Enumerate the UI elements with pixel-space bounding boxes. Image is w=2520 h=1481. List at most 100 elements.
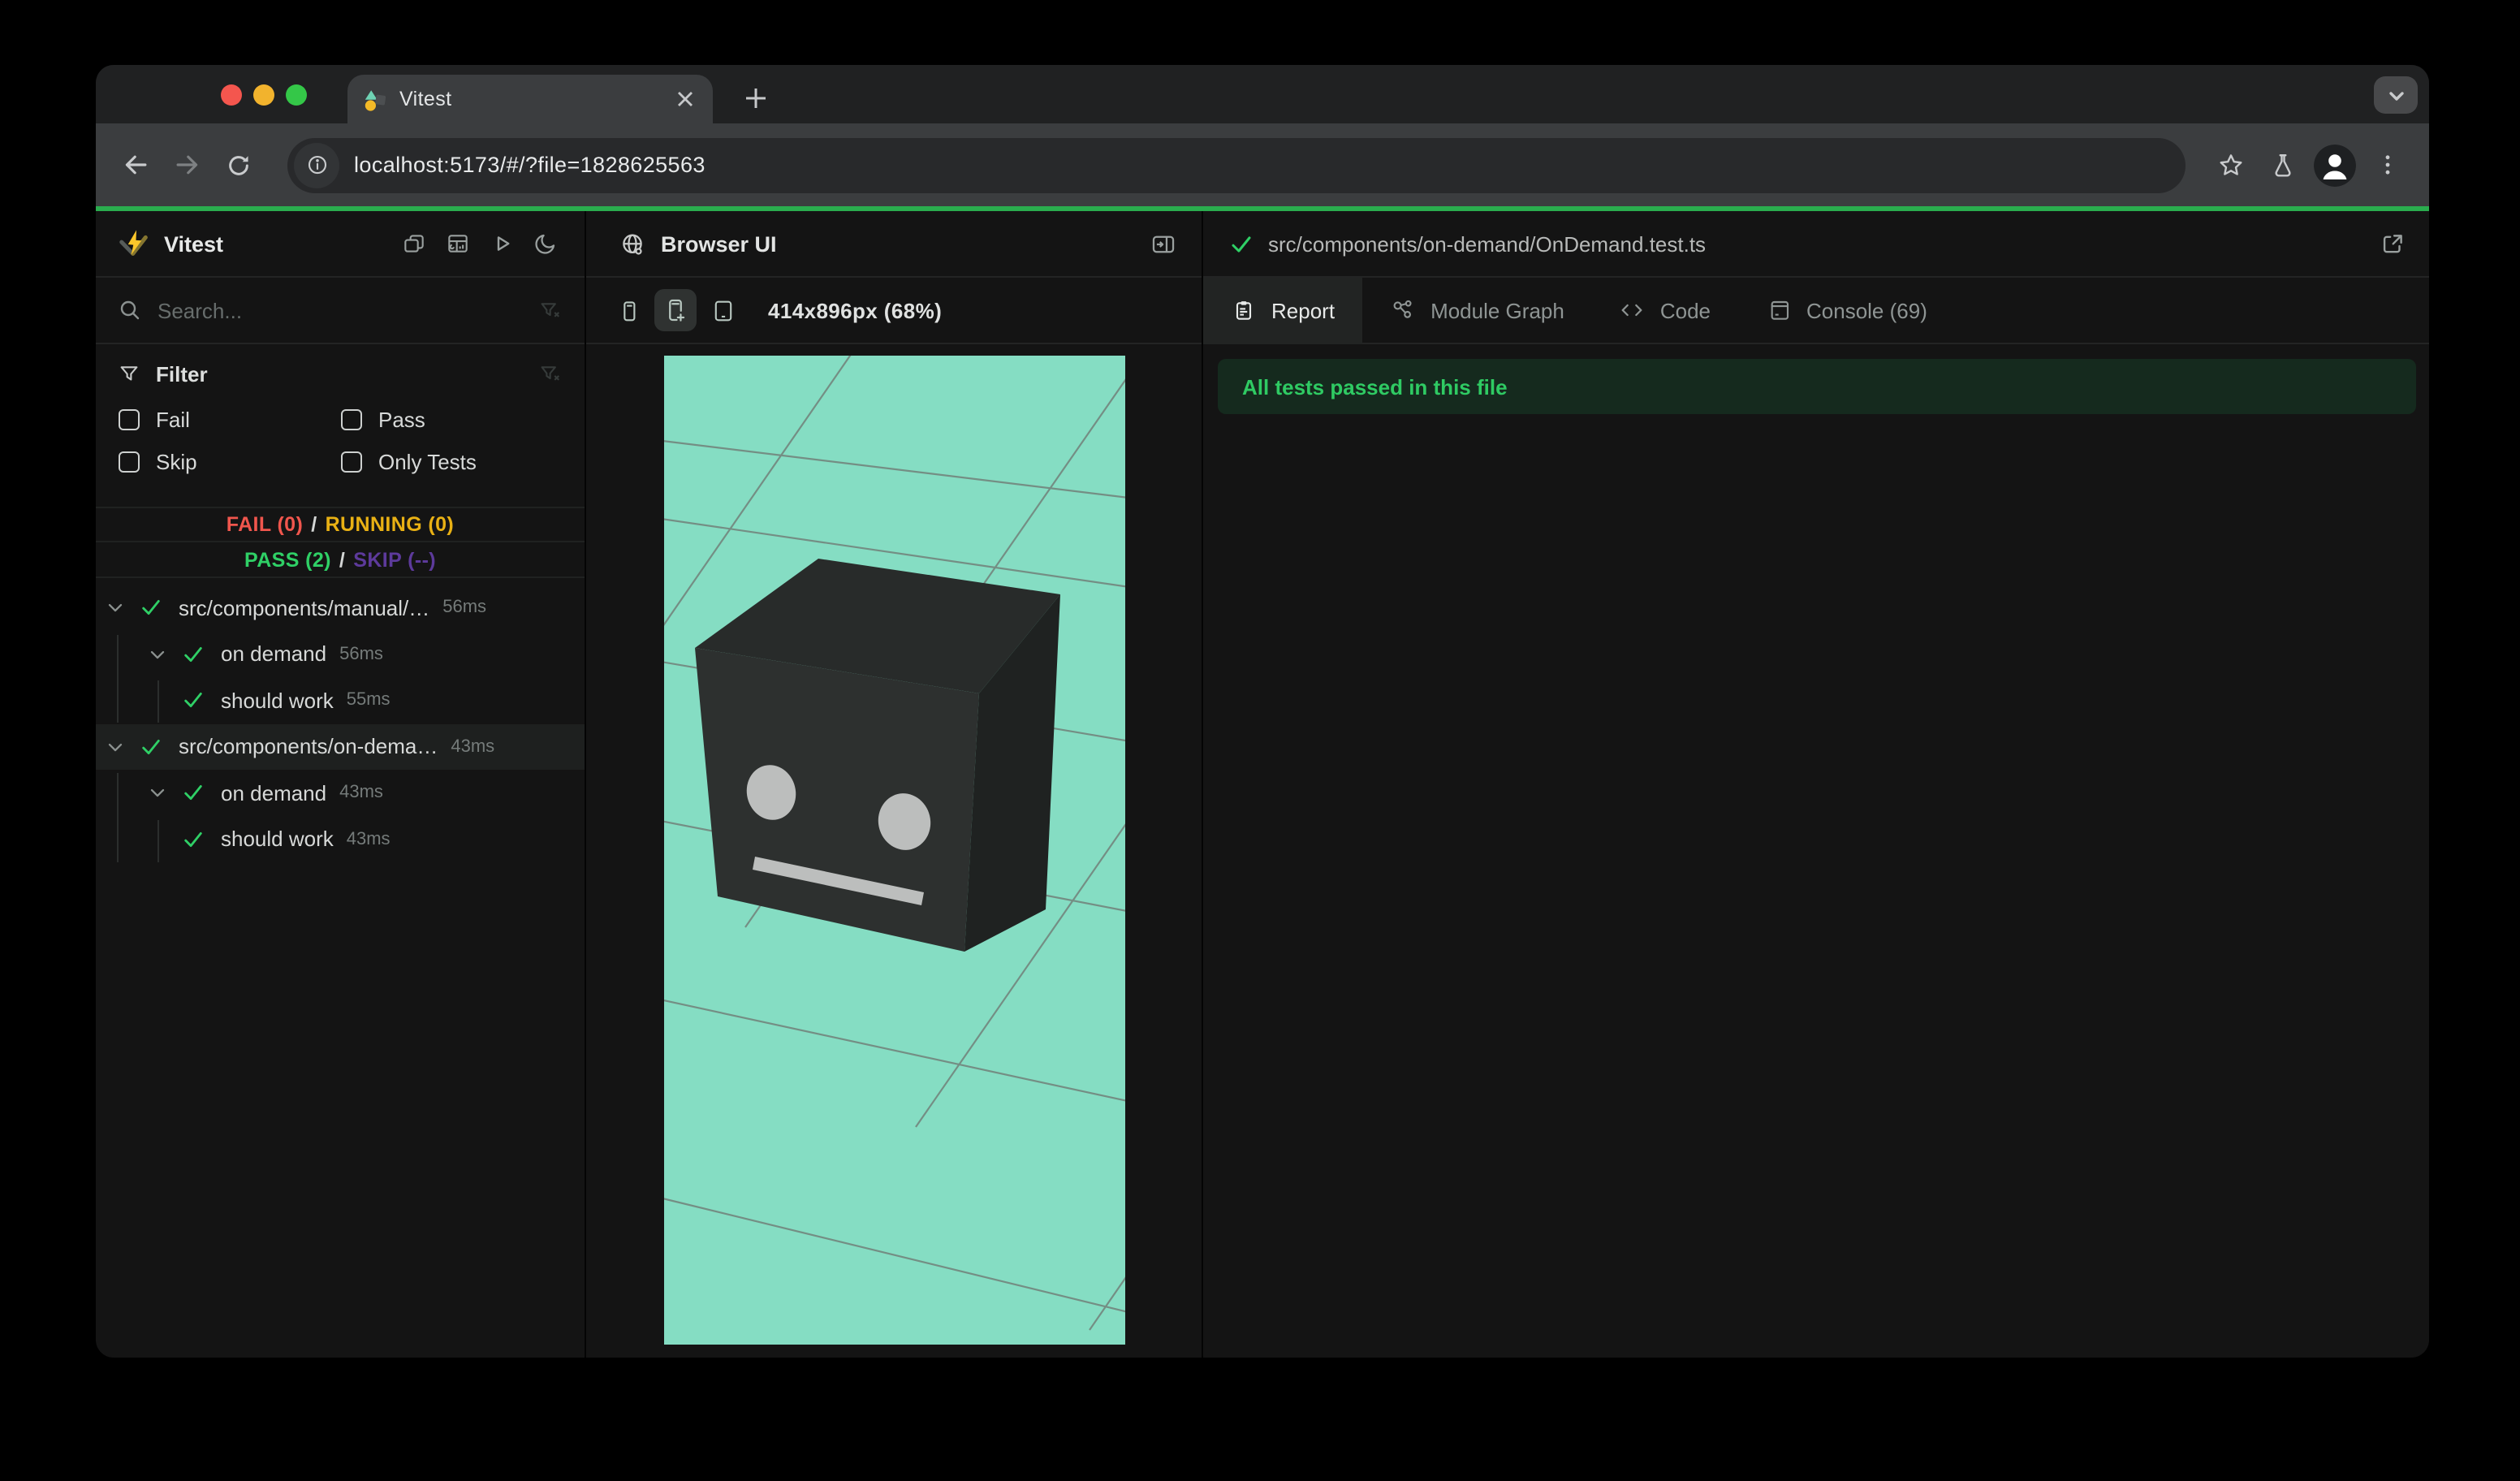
globe-icon (619, 230, 646, 257)
device-phone-small-icon[interactable] (609, 291, 648, 330)
report-header: src/components/on-demand/OnDemand.test.t… (1203, 211, 2429, 278)
zoom-window-button[interactable] (286, 84, 307, 105)
tab-label: Report (1271, 298, 1336, 322)
checkbox-fail[interactable] (119, 409, 140, 430)
checkbox-pass[interactable] (341, 409, 362, 430)
dock-panel-right-icon[interactable] (1143, 224, 1182, 263)
address-bar[interactable]: localhost:5173/#/?file=1828625563 (287, 137, 2186, 192)
console-icon (1766, 297, 1792, 323)
screen: Vitest localhost:5173/#/?file=1828625563… (0, 0, 2520, 1481)
tab-search-chevron-button[interactable] (2374, 76, 2418, 114)
browser-window: Vitest localhost:5173/#/?file=1828625563… (96, 65, 2429, 1358)
browser-menu-icon[interactable] (2361, 139, 2413, 191)
reload-button[interactable] (213, 139, 265, 191)
vitest-ui: Vitest Search... Filter Fail Pass Skip O… (96, 211, 2429, 1358)
device-tablet-icon[interactable] (703, 291, 742, 330)
tab-report[interactable]: Report (1203, 277, 1363, 343)
run-all-play-icon[interactable] (482, 224, 521, 263)
test-suite-row[interactable]: on demand 56ms (96, 631, 585, 677)
pass-check-icon (140, 736, 162, 758)
filter-option-only-tests[interactable]: Only Tests (339, 450, 562, 474)
pass-check-icon (182, 689, 205, 712)
collapse-panels-icon[interactable] (395, 224, 434, 263)
chevron-down-icon[interactable] (146, 782, 169, 805)
filter-funnel-icon (117, 362, 141, 386)
tab-module-graph[interactable]: Module Graph (1362, 277, 1592, 343)
chevron-down-icon[interactable] (146, 643, 169, 666)
tab-console[interactable]: Console (69) (1738, 277, 1955, 343)
status-separator: / (339, 548, 346, 571)
search-input[interactable] (158, 298, 537, 322)
pass-check-icon (182, 643, 205, 666)
site-info-icon[interactable] (294, 142, 339, 188)
test-file-path: src/components/on-demand/OnDemand.test.t… (1268, 231, 1707, 256)
test-label: should work (221, 827, 334, 852)
all-tests-passed-banner: All tests passed in this file (1218, 359, 2416, 414)
filter-label: Skip (156, 450, 197, 474)
test-duration: 43ms (346, 829, 391, 849)
report-tabs: Report Module Graph Code Console (69) (1203, 277, 2429, 344)
filter-option-skip[interactable]: Skip (117, 450, 339, 474)
test-file-row[interactable]: src/components/manual/… 56ms (96, 585, 585, 631)
indent-guide (117, 773, 119, 862)
viewport-size-label[interactable]: 414x896px (68%) (768, 298, 942, 322)
tested-app-viewport[interactable] (663, 356, 1124, 1345)
test-suite-row[interactable]: on demand 43ms (96, 770, 585, 816)
profile-avatar[interactable] (2314, 144, 2356, 186)
test-case-row[interactable]: should work 43ms (96, 816, 585, 862)
pass-check-icon (140, 597, 162, 620)
minimize-window-button[interactable] (253, 84, 274, 105)
test-file-row-selected[interactable]: src/components/on-dema… 43ms (96, 723, 585, 770)
test-label: src/components/on-dema… (179, 734, 438, 759)
close-window-button[interactable] (221, 84, 242, 105)
banner-text: All tests passed in this file (1242, 374, 1508, 399)
tab-title: Vitest (399, 88, 452, 110)
indent-guide (158, 680, 159, 723)
close-tab-icon[interactable] (672, 86, 698, 112)
back-button[interactable] (109, 139, 161, 191)
test-duration: 56ms (442, 598, 487, 618)
pass-check-icon (182, 828, 205, 851)
filter-option-pass[interactable]: Pass (339, 408, 562, 432)
test-label: should work (221, 688, 334, 713)
browser-tab[interactable]: Vitest (347, 75, 713, 123)
dashboard-icon[interactable] (438, 224, 477, 263)
sidebar-header: Vitest (96, 211, 585, 278)
preview-title: Browser UI (661, 231, 777, 256)
pass-check-icon (182, 782, 205, 805)
device-phone-plus-icon[interactable] (654, 289, 697, 331)
bookmark-star-icon[interactable] (2205, 139, 2257, 191)
tab-code[interactable]: Code (1592, 277, 1738, 343)
clear-filters-icon[interactable] (537, 362, 562, 386)
open-external-icon[interactable] (2379, 230, 2406, 257)
forward-button[interactable] (161, 139, 213, 191)
report-panel: src/components/on-demand/OnDemand.test.t… (1203, 211, 2429, 1358)
filter-section: Filter Fail Pass Skip Only Tests (96, 344, 585, 495)
test-case-row[interactable]: should work 55ms (96, 677, 585, 723)
chevron-down-icon[interactable] (104, 736, 127, 758)
preview-header: Browser UI (586, 211, 1202, 278)
fail-count: FAIL (0) (226, 513, 304, 536)
dark-mode-moon-icon[interactable] (526, 224, 565, 263)
experiments-flask-icon[interactable] (2257, 139, 2309, 191)
filter-label: Only Tests (378, 450, 477, 474)
robot-cube-scene (663, 356, 1124, 1331)
filter-title: Filter (156, 362, 208, 386)
url-text[interactable]: localhost:5173/#/?file=1828625563 (354, 153, 706, 177)
new-tab-button[interactable] (732, 75, 778, 120)
clear-search-filter-icon[interactable] (537, 298, 562, 322)
tab-label: Console (69) (1806, 298, 1927, 322)
indent-guide (158, 820, 159, 862)
chevron-down-icon[interactable] (104, 597, 127, 620)
filter-option-fail[interactable]: Fail (117, 408, 339, 432)
preview-body (586, 344, 1202, 1358)
checkbox-skip[interactable] (119, 451, 140, 473)
test-duration: 55ms (346, 690, 391, 710)
app-title: Vitest (164, 231, 224, 256)
test-label: src/components/manual/… (179, 595, 430, 620)
search-row (96, 278, 585, 344)
clipboard-icon (1231, 297, 1257, 323)
tab-label: Code (1659, 298, 1711, 322)
checkbox-only-tests[interactable] (341, 451, 362, 473)
browser-preview-panel: Browser UI 414x896px (68%) (586, 211, 1203, 1358)
